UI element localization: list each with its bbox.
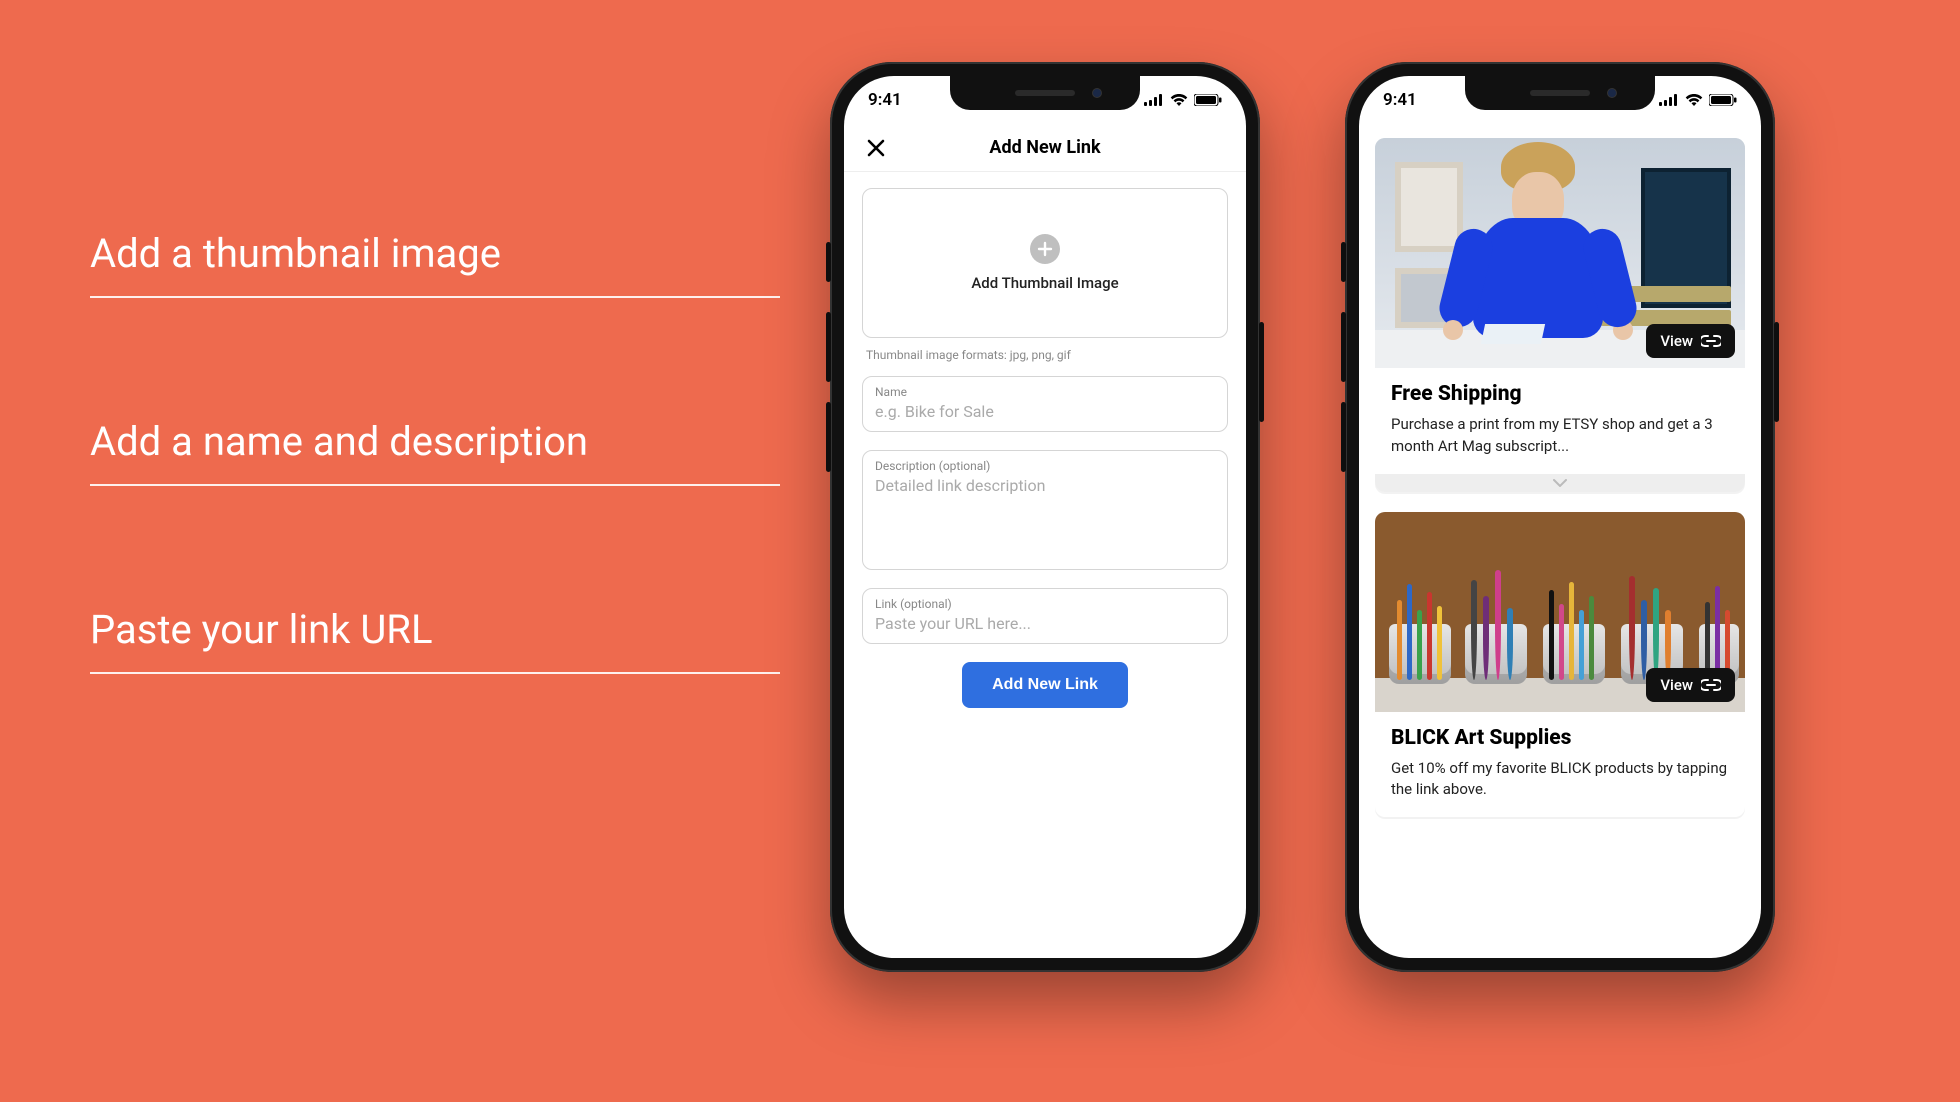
name-label: Name — [875, 385, 1215, 399]
card-body: Free Shipping Purchase a print from my E… — [1375, 368, 1745, 474]
thumbnail-format-hint: Thumbnail image formats: jpg, png, gif — [866, 348, 1224, 362]
name-field[interactable]: Name — [862, 376, 1228, 432]
device-notch — [1465, 76, 1655, 110]
phone-screen-form: 9:41 Add New Link — [844, 76, 1246, 958]
device-power-button — [1774, 322, 1779, 422]
device-notch — [950, 76, 1140, 110]
device-power-button — [1259, 322, 1264, 422]
card-thumbnail: View — [1375, 512, 1745, 712]
device-front-camera — [1092, 88, 1102, 98]
card-title: Free Shipping — [1391, 382, 1729, 406]
device-volume-up — [826, 312, 831, 382]
card-expand-handle[interactable] — [1375, 474, 1745, 492]
cellular-signal-icon — [1144, 94, 1164, 106]
link-field[interactable]: Link (optional) — [862, 588, 1228, 644]
device-speaker — [1530, 90, 1590, 96]
add-thumbnail-label: Add Thumbnail Image — [971, 274, 1118, 292]
modal-header: Add New Link — [844, 124, 1246, 172]
device-front-camera — [1607, 88, 1617, 98]
status-icons — [1144, 94, 1222, 106]
onboarding-captions: Add a thumbnail image Add a name and des… — [90, 230, 780, 674]
status-time: 9:41 — [1383, 90, 1417, 110]
thumbnail-illustration — [1473, 218, 1603, 338]
plus-circle-icon — [1030, 234, 1060, 264]
status-icons — [1659, 94, 1737, 106]
phone-device-form: 9:41 Add New Link — [830, 62, 1260, 972]
battery-icon — [1709, 94, 1737, 106]
link-card[interactable]: View Free Shipping Purchase a print from… — [1375, 138, 1745, 492]
close-button[interactable] — [862, 134, 890, 162]
view-label: View — [1660, 676, 1693, 694]
wifi-icon — [1685, 94, 1703, 106]
description-input[interactable] — [875, 476, 1215, 556]
wifi-icon — [1170, 94, 1188, 106]
close-icon — [866, 138, 886, 158]
device-speaker — [1015, 90, 1075, 96]
cellular-signal-icon — [1659, 94, 1679, 106]
device-mute-switch — [1341, 242, 1346, 282]
description-label: Description (optional) — [875, 459, 1215, 473]
link-icon — [1701, 335, 1721, 347]
link-icon — [1701, 679, 1721, 691]
link-input[interactable] — [875, 614, 1215, 633]
modal-title: Add New Link — [989, 137, 1100, 158]
link-card[interactable]: View BLICK Art Supplies Get 10% off my f… — [1375, 512, 1745, 818]
add-new-link-button[interactable]: Add New Link — [962, 662, 1128, 708]
status-time: 9:41 — [868, 90, 902, 110]
thumbnail-illustration — [1543, 624, 1605, 684]
device-mute-switch — [826, 242, 831, 282]
description-field[interactable]: Description (optional) — [862, 450, 1228, 570]
phone-screen-preview: 9:41 — [1359, 76, 1761, 958]
card-title: BLICK Art Supplies — [1391, 726, 1729, 750]
cards-list[interactable]: View Free Shipping Purchase a print from… — [1359, 124, 1761, 958]
card-body: BLICK Art Supplies Get 10% off my favori… — [1375, 712, 1745, 818]
add-thumbnail-button[interactable]: Add Thumbnail Image — [862, 188, 1228, 338]
device-volume-up — [1341, 312, 1346, 382]
thumbnail-illustration — [1395, 162, 1463, 252]
caption-link-url: Paste your link URL — [90, 606, 780, 674]
thumbnail-illustration — [1465, 624, 1527, 684]
battery-icon — [1194, 94, 1222, 106]
device-volume-down — [1341, 402, 1346, 472]
caption-thumbnail: Add a thumbnail image — [90, 230, 780, 298]
thumbnail-illustration — [1389, 624, 1451, 684]
name-input[interactable] — [875, 402, 1215, 421]
card-description: Purchase a print from my ETSY shop and g… — [1391, 414, 1729, 458]
view-link-button[interactable]: View — [1646, 324, 1735, 358]
card-thumbnail: View — [1375, 138, 1745, 368]
caption-name-desc: Add a name and description — [90, 418, 780, 486]
view-label: View — [1660, 332, 1693, 350]
form-body: Add Thumbnail Image Thumbnail image form… — [844, 172, 1246, 724]
link-label: Link (optional) — [875, 597, 1215, 611]
device-volume-down — [826, 402, 831, 472]
card-description: Get 10% off my favorite BLICK products b… — [1391, 758, 1729, 802]
phone-device-preview: 9:41 — [1345, 62, 1775, 972]
view-link-button[interactable]: View — [1646, 668, 1735, 702]
chevron-down-icon — [1553, 479, 1567, 487]
